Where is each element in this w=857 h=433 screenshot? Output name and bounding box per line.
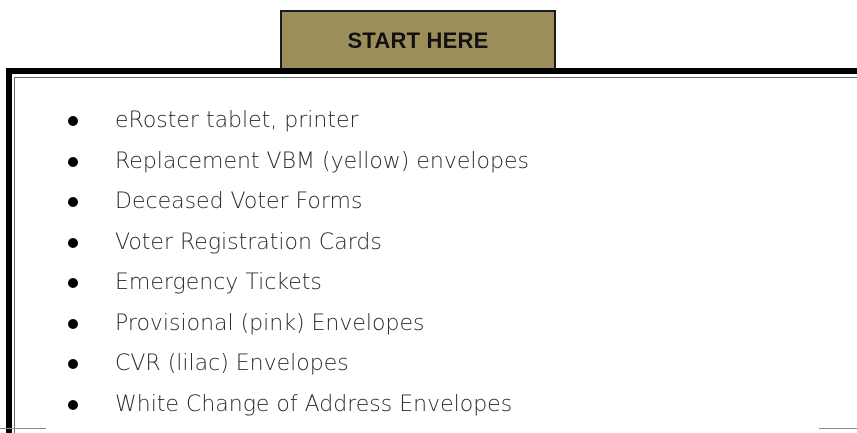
list-item: White Change of Address Envelopes [0,385,529,426]
bullet-icon [68,197,78,207]
bottom-left-rule [0,428,46,429]
list-item-label: Provisional (pink) Envelopes [115,310,425,336]
checklist: eRoster tablet, printer Replacement VBM … [0,101,529,425]
list-item-label: Replacement VBM (yellow) envelopes [115,148,529,174]
list-item: Provisional (pink) Envelopes [0,304,529,345]
start-here-tab: START HERE [280,10,556,69]
list-item-label: Deceased Voter Forms [115,189,363,214]
bullet-icon [68,318,78,329]
list-item-label: Emergency Tickets [115,270,322,295]
bullet-icon [68,237,78,248]
list-item: Voter Registration Cards [0,223,529,264]
list-item: CVR (lilac) Envelopes [0,344,529,385]
list-item-label: eRoster tablet, printer [115,108,359,133]
start-here-title: START HERE [347,27,489,53]
list-item-label: CVR (lilac) Envelopes [115,351,349,376]
list-item-label: White Change of Address Envelopes [115,391,513,417]
list-item: eRoster tablet, printer [0,101,529,142]
list-item: Replacement VBM (yellow) envelopes [0,142,529,183]
list-item: Deceased Voter Forms [0,182,529,223]
bullet-icon [68,156,78,167]
list-item: Emergency Tickets [0,263,529,304]
bullet-icon [68,359,78,369]
bullet-icon [68,116,78,126]
list-item-label: Voter Registration Cards [115,229,382,255]
bullet-icon [68,278,78,288]
bottom-right-rule [819,428,857,429]
bullet-icon [68,399,78,410]
